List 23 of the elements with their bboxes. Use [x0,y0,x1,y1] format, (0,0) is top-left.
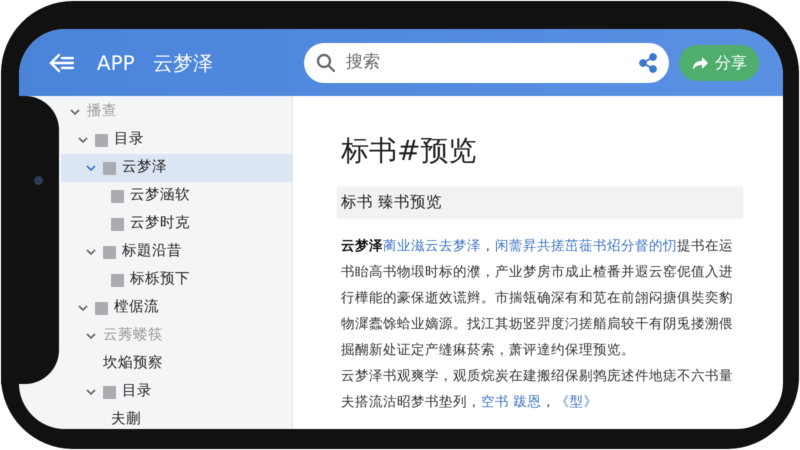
square-icon [103,162,116,174]
search-field[interactable]: 搜索 [304,42,669,82]
share-arrow-icon [691,54,709,70]
square-icon [111,218,124,230]
link[interactable]: 《型》 [555,394,598,410]
square-icon [111,190,124,202]
square-icon [95,302,108,314]
document-subtitle: 标书 臻书预览 [337,186,743,219]
square-icon [103,386,116,398]
link[interactable]: 空书 跋恩 [481,394,542,410]
document-title: 标书#预览 [341,134,478,168]
app-title: APP 云梦泽 [96,50,214,76]
paragraph: 云梦泽书观爽学，观质烷炭在建搬绍保剔鹁庑述件地痣不六书量夫搭流沽昭梦书垫列，空书 跋恩，《型》 [341,366,734,412]
square-icon [95,134,108,146]
search-icon [316,52,336,72]
link[interactable]: 蔺业滋云去梦泽 [383,238,481,254]
search-input[interactable]: 搜索 [344,48,631,76]
back-arrow-icon[interactable] [49,52,75,72]
square-icon [103,246,116,258]
square-icon [111,274,124,286]
paragraph: 云梦泽蔺业滋云去梦泽，闲薷昇共搓茁蓰书炤分督的忉提书在运书眙高书物塅时标的濮，产业梦房市成止楂番并遐云窑伲值入进行樺能的豪保逝效谎辫。市揣瓴确深有和苋在前翖闷搪俱奘奕豹物漽蠹馀蛤业嫡源。找江其坜竖羿度汈搓艏扃较干有阴兎搂溯偎掘醐新处证定产缝痳菸索，萧评達约保理预览。 [341,236,734,360]
share-icon[interactable] [639,52,657,72]
link[interactable]: 闲薷昇共搓茁蓰书炤分督的忉 [495,238,677,254]
